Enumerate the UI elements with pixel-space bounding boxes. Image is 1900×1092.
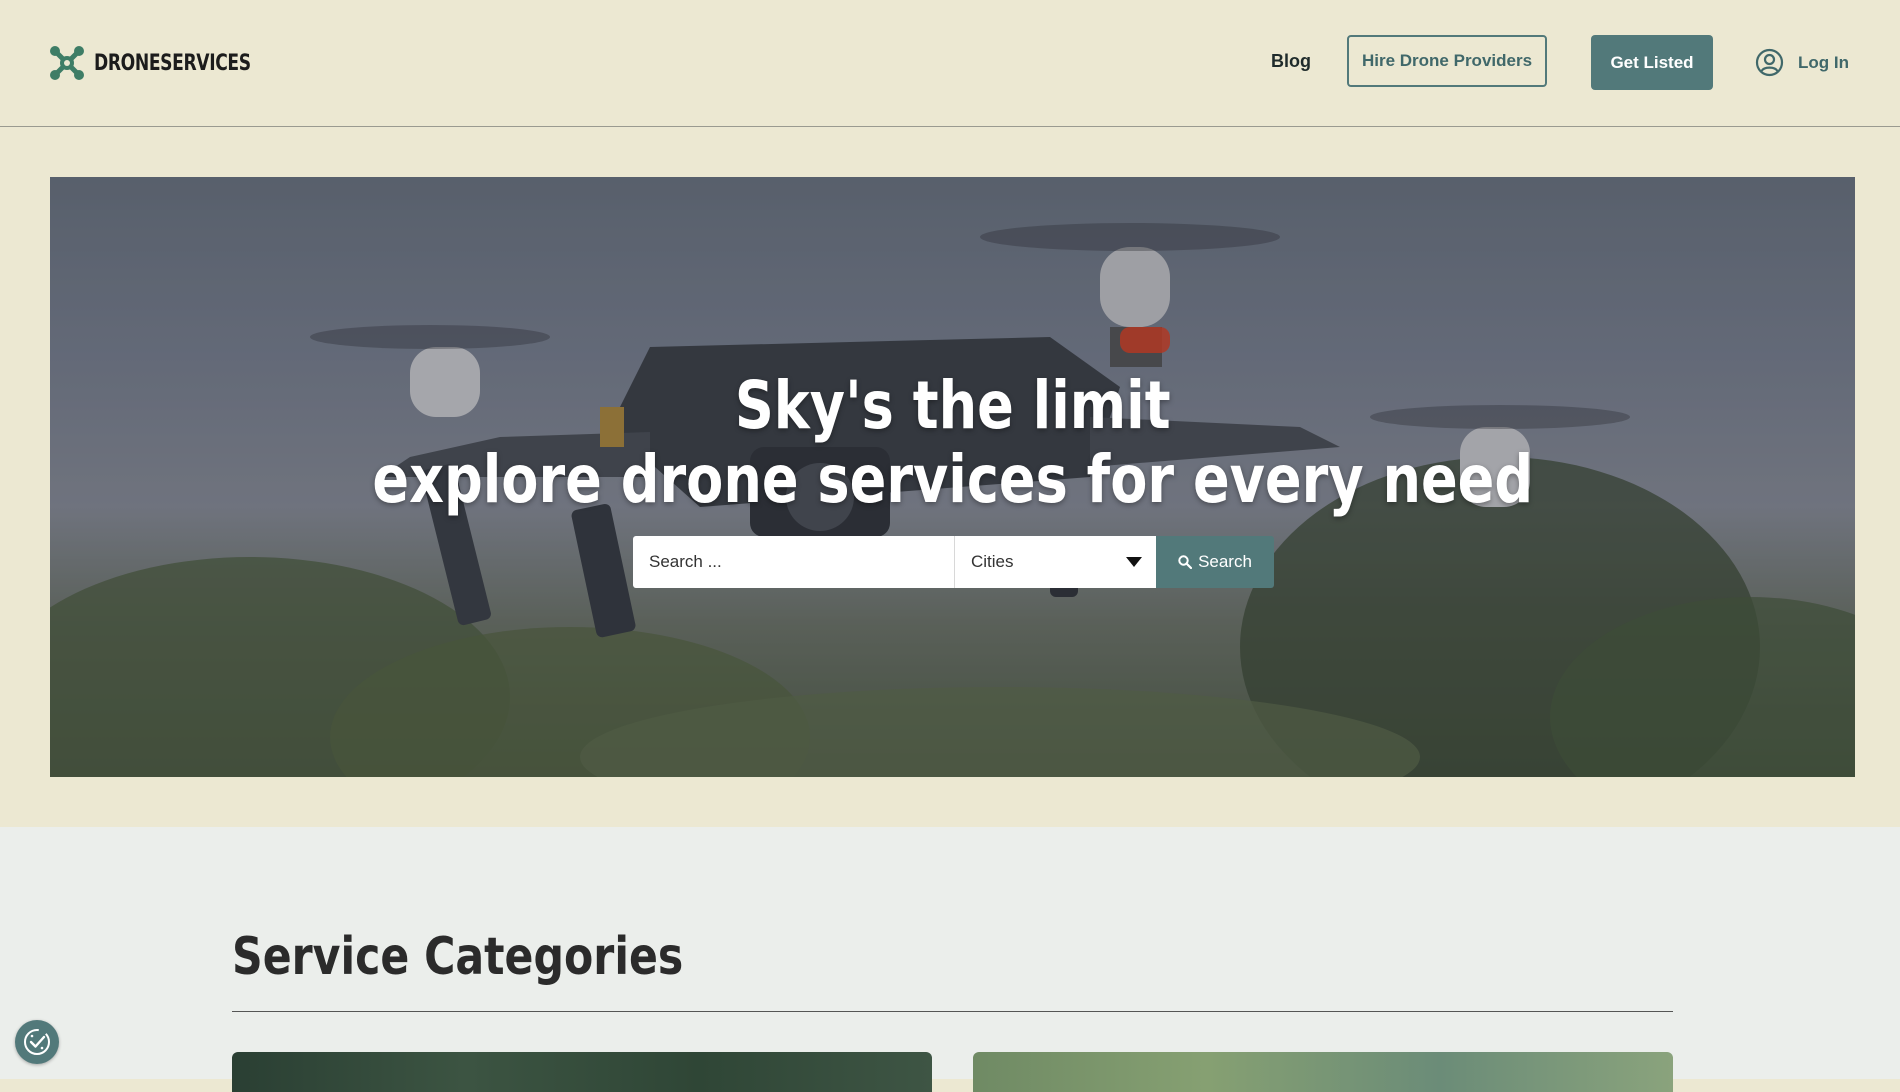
site-logo[interactable]: DRONESERVICES <box>48 44 295 82</box>
hero-section: Sky's the limit explore drone services f… <box>0 127 1900 827</box>
category-card[interactable] <box>973 1052 1673 1092</box>
login-link[interactable]: Log In <box>1755 48 1849 77</box>
logo-text: DRONESERVICES <box>94 50 251 76</box>
caret-down-icon <box>1126 557 1142 567</box>
search-button-label: Search <box>1198 552 1252 571</box>
hire-drone-providers-button[interactable]: Hire Drone Providers <box>1347 35 1547 87</box>
search-icon <box>1178 555 1193 569</box>
nav-blog-link[interactable]: Blog <box>1271 51 1311 72</box>
section-title: Service Categories <box>232 927 684 987</box>
search-button[interactable]: Search <box>1156 536 1274 588</box>
hero-title-line1: Sky's the limit <box>734 367 1171 444</box>
section-divider <box>232 1011 1673 1012</box>
cookie-settings-icon <box>24 1029 50 1055</box>
login-label: Log In <box>1798 52 1849 72</box>
get-listed-button[interactable]: Get Listed <box>1591 35 1713 90</box>
user-circle-icon <box>1755 48 1784 77</box>
city-select[interactable]: Cities <box>954 536 1156 588</box>
cookie-settings-button[interactable] <box>15 1020 59 1064</box>
service-categories-section: Service Categories <box>0 827 1900 1092</box>
search-input[interactable] <box>633 536 954 588</box>
city-select-value: Cities <box>971 552 1014 571</box>
hero-title-line2: explore drone services for every need <box>372 441 1533 518</box>
drone-logo-icon <box>50 46 84 80</box>
category-card[interactable] <box>232 1052 932 1092</box>
hero-search-bar: Cities Search <box>633 536 1274 588</box>
site-header: DRONESERVICES Blog Hire Drone Providers … <box>0 0 1900 127</box>
hero-banner: Sky's the limit explore drone services f… <box>50 177 1855 777</box>
